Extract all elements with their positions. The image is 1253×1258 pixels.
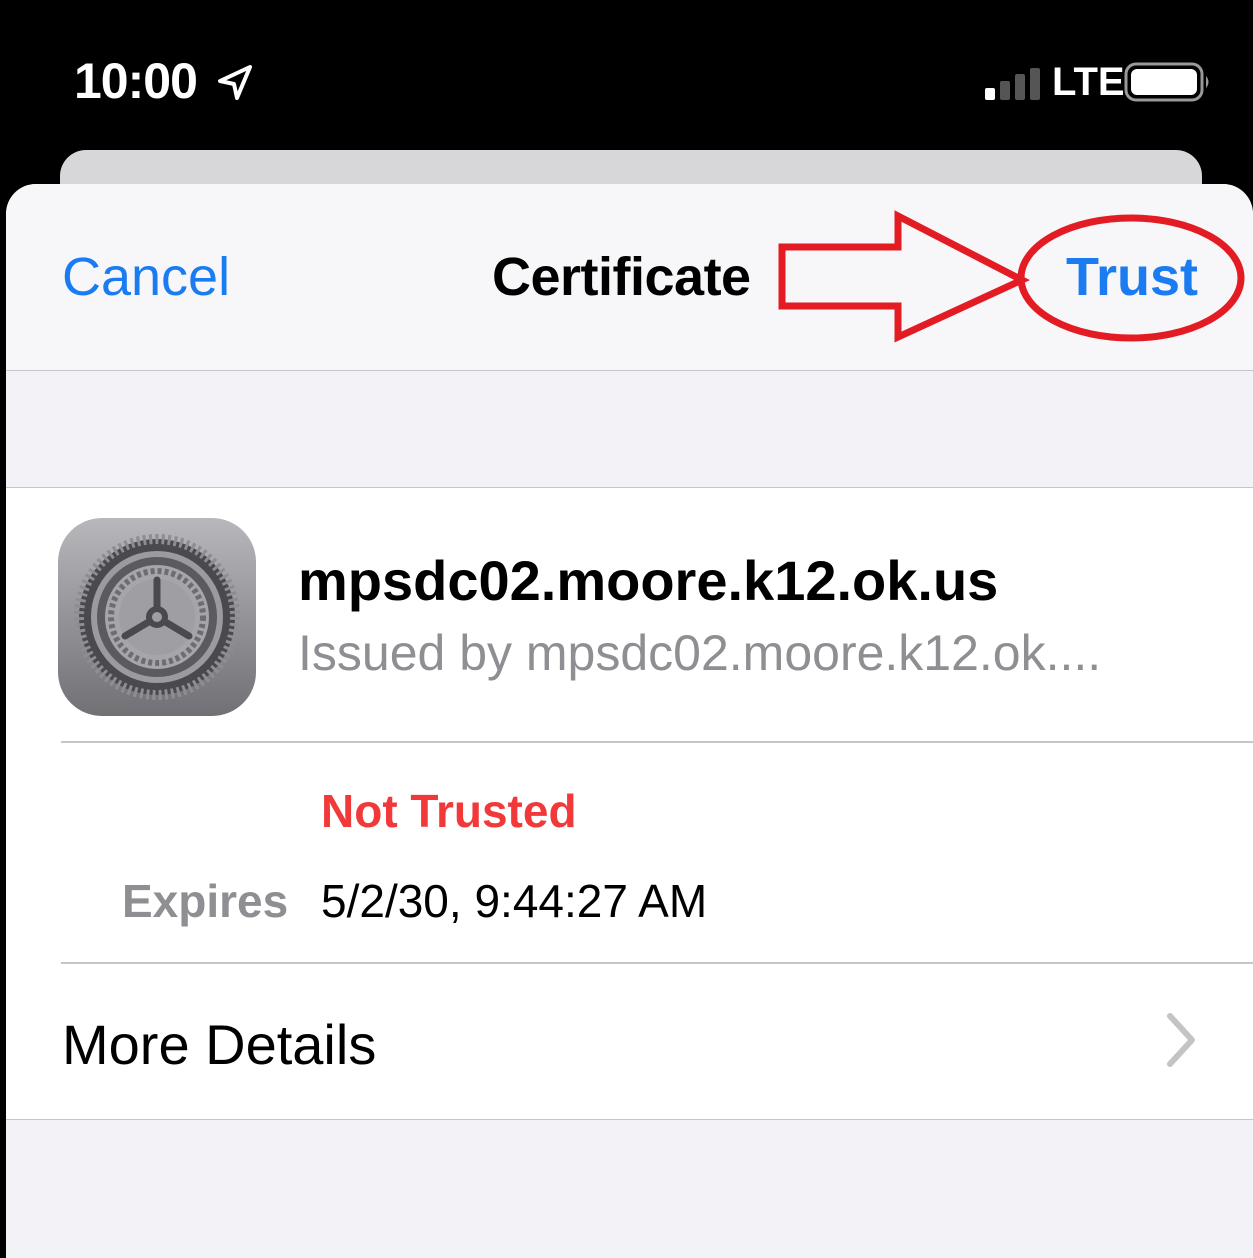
cancel-button[interactable]: Cancel — [62, 246, 230, 308]
status-bar: 10:00 LTE — [0, 0, 1253, 150]
certificate-summary-card: mpsdc02.moore.k12.ok.us Issued by mpsdc0… — [6, 487, 1253, 1120]
certificate-issuer: Issued by mpsdc02.moore.k12.ok.... — [298, 625, 1102, 681]
navigation-bar: Cancel Certificate Trust — [6, 184, 1253, 371]
certificate-sheet: Cancel Certificate Trust mpsdc02.moore.k… — [6, 184, 1253, 1258]
location-arrow-icon — [218, 65, 252, 100]
more-details-row[interactable]: More Details — [6, 964, 1253, 1120]
more-details-label: More Details — [62, 1013, 377, 1076]
expires-label: Expires — [122, 875, 289, 927]
certificate-name: mpsdc02.moore.k12.ok.us — [298, 549, 999, 612]
settings-gear-icon — [58, 518, 256, 716]
status-time: 10:00 — [74, 53, 198, 109]
expires-value: 5/2/30, 9:44:27 AM — [321, 875, 708, 927]
signal-icon — [985, 68, 1040, 100]
page-title: Certificate — [492, 247, 751, 307]
trust-status: Not Trusted — [321, 785, 577, 837]
battery-icon — [1124, 62, 1209, 102]
divider — [61, 741, 1253, 743]
network-type-label: LTE — [1052, 60, 1125, 104]
trust-button[interactable]: Trust — [1066, 246, 1198, 308]
chevron-right-icon — [1167, 1013, 1195, 1067]
